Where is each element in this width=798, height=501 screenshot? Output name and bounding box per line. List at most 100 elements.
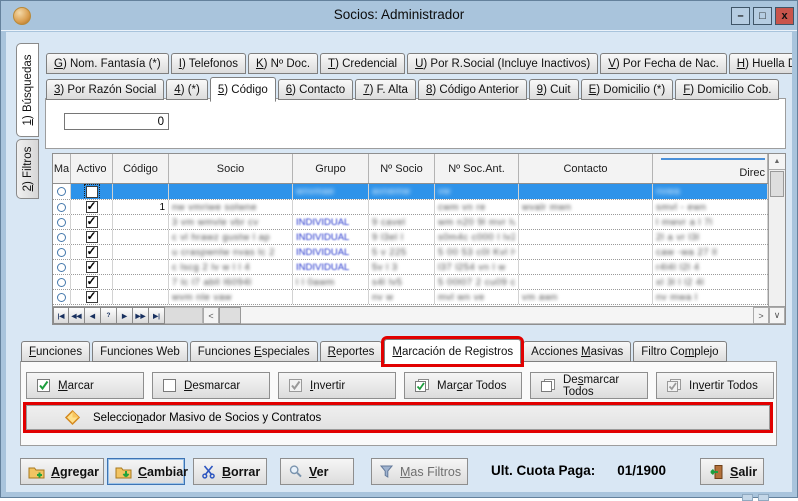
checkbox-checked-icon[interactable] [86,261,98,273]
search-tab-v-por-fecha-de-nac[interactable]: V) Por Fecha de Nac. [600,53,727,74]
column-header-contacto[interactable]: Contacto [519,154,653,183]
ver-button[interactable]: Ver [280,458,354,485]
function-tab-acciones-masivas[interactable]: Acciones Masivas [523,341,631,362]
horizontal-scroll-track[interactable] [241,307,753,324]
scroll-down-icon[interactable]: ∨ [769,307,785,324]
search-tab-5-c-digo[interactable]: 5) Código [210,77,276,102]
function-tab-marcaci-n-de-registros[interactable]: Marcación de Registros [384,339,521,364]
column-header-grupo[interactable]: Grupo [293,154,369,183]
desmarcar-button[interactable]: Desmarcar [152,372,270,399]
search-tab-u-por-r-social-incluye-inactivos[interactable]: U) Por R.Social (Incluye Inactivos) [407,53,598,74]
button-label: Cambiar [138,465,188,479]
column-header-direc[interactable]: Direc [653,154,768,183]
minimize-button[interactable]: – [731,7,750,25]
navigator-item-button[interactable]: ◀◀ [69,307,85,324]
column-header-ma[interactable]: Ma [53,154,71,183]
marcar-todos-button[interactable]: Marcar Todos [404,372,522,399]
table-row[interactable]: 1nw vmriwe solwnecwm vn rewvalr mwnsmvl … [53,200,768,215]
search-tab-8-c-digo-anterior[interactable]: 8) Código Anterior [418,79,527,100]
column-header-c-digo[interactable]: Código [113,154,169,183]
cell-grupo [293,290,369,304]
function-tab-funciones-web[interactable]: Funciones Web [92,341,188,362]
search-tab-t-credencial[interactable]: T) Credencial [320,53,405,74]
navigator-item-button[interactable]: |◀ [53,307,69,324]
search-tab-g-nom-fantas-a[interactable]: G) Nom. Fantasía (*) [46,53,169,74]
window-controls: – □ x [731,7,794,25]
search-tab-i-telefonos[interactable]: I) Telefonos [171,53,246,74]
search-tab-e-domicilio[interactable]: E) Domicilio (*) [581,79,674,100]
cell-grupo: INDIVIDUAL [293,245,369,259]
borrar-button[interactable]: Borrar [193,458,267,485]
invertir-todos-button[interactable]: Invertir Todos [656,372,774,399]
stack-checked-icon [414,378,430,393]
row-indicator-cell [53,184,71,199]
cambiar-button[interactable]: Cambiar [107,458,185,485]
accelerator-key: C [138,465,147,479]
function-tab-funciones[interactable]: Funciones [21,341,90,362]
desmarcar-todos-button[interactable]: Desmarcar Todos [530,372,648,399]
search-tab-6-contacto[interactable]: 6) Contacto [278,79,353,100]
scroll-left-icon[interactable]: < [203,307,219,324]
label-text: Funciones Web [100,346,180,358]
left-tab-2-filtros[interactable]: 2) Filtros [16,139,39,199]
navigator-item-button[interactable]: ▶▶ [133,307,149,324]
column-header-n-soc-ant[interactable]: Nº Soc.Ant. [435,154,519,183]
navigator-item-button[interactable]: ? [101,307,117,324]
search-tab-f-domicilio-cob[interactable]: F) Domicilio Cob. [675,79,779,100]
search-tab-k-n-doc[interactable]: K) Nº Doc. [248,53,318,74]
checkbox-checked-icon[interactable] [86,246,98,258]
redacted-text: cwm vn re [438,202,486,213]
scroll-up-icon[interactable]: ▲ [769,154,785,170]
marcar-button[interactable]: Marcar [26,372,144,399]
search-tab-3-por-raz-n-social[interactable]: 3) Por Razón Social [46,79,164,100]
close-button[interactable]: x [775,7,794,25]
cell-direc: l mwvr a l 7l [653,215,768,229]
column-header-socio[interactable]: Socio [169,154,293,183]
function-tab-reportes[interactable]: Reportes [320,341,383,362]
column-header-activo[interactable]: Activo [71,154,113,183]
cell-codigo [113,245,169,259]
seleccionador-masivo-button[interactable]: Seleccionador Masivo de Socios y Contrat… [26,405,770,430]
redacted-text: avnemw [372,186,410,197]
search-tab-7-f-alta[interactable]: 7) F. Alta [355,79,416,100]
table-row[interactable]: 7 lc l7 abll l6094ll l 0awms4l lv55 00l0… [53,275,768,290]
maximize-button[interactable]: □ [753,7,772,25]
checkbox-empty-icon[interactable] [86,186,98,198]
checkbox-checked-icon[interactable] [86,291,98,303]
search-tab-4[interactable]: 4) (*) [166,79,208,100]
checkbox-checked-icon[interactable] [86,276,98,288]
agregar-button[interactable]: Agregar [20,458,104,485]
record-circle-icon [57,293,66,302]
checkbox-checked-icon[interactable] [86,201,98,213]
code-input[interactable] [64,113,169,130]
navigator-item-button[interactable]: ◀ [85,307,101,324]
salir-button[interactable]: Salir [700,458,764,485]
mas-filtros-button[interactable]: Mas Filtros [371,458,468,485]
checkbox-checked-icon[interactable] [86,231,98,243]
table-row[interactable]: 3 vm wmvle vbr cvINDIVIDUAL9 cavelwm n20… [53,215,768,230]
table-row[interactable]: wnvmaeavnemwvwnvwa [53,184,768,200]
function-tab-funciones-especiales[interactable]: Funciones Especiales [190,341,318,362]
invertir-button[interactable]: Invertir [278,372,396,399]
table-row[interactable]: c vl hrawz gustw l apINDIVIDUAL9 l3el ls… [53,230,768,245]
vertical-scroll-thumb[interactable] [770,171,784,197]
button-label: Seleccionador Masivo de Socios y Contrat… [93,412,321,424]
table-row[interactable]: c lscg 2 lv w l l 4INDIVIDUAL5v l 3l37 l… [53,260,768,275]
navigator-item-button[interactable]: ▶ [117,307,133,324]
table-row[interactable]: u craspwnlw nvas lc 2INDIVIDUAL5 v 2255 … [53,245,768,260]
table-row[interactable]: wvm nle vawnv wmvl wn vevm awnnv mwa l [53,290,768,305]
navigator-item-button[interactable]: ▶| [149,307,165,324]
scroll-right-icon[interactable]: > [753,307,769,324]
horizontal-scroll-thumb[interactable] [219,307,241,324]
search-tab-9-cuit[interactable]: 9) Cuit [529,79,579,100]
checkbox-checked-icon[interactable] [86,216,98,228]
search-tab-h-huella-dactilar[interactable]: H) Huella Dactilar [729,53,792,74]
function-tab-filtro-complejo[interactable]: Filtro Complejo [633,341,726,362]
record-circle-icon [57,218,66,227]
column-header-n-socio[interactable]: Nº Socio [369,154,435,183]
vertical-scrollbar[interactable]: ▲ [768,154,785,306]
cell-direc: r4l4l l2l 4 [653,260,768,274]
left-tab-1-b-squedas[interactable]: 1) Búsquedas [16,43,39,137]
label-text: ) Contacto [292,84,345,96]
accelerator-key: E [254,346,262,358]
